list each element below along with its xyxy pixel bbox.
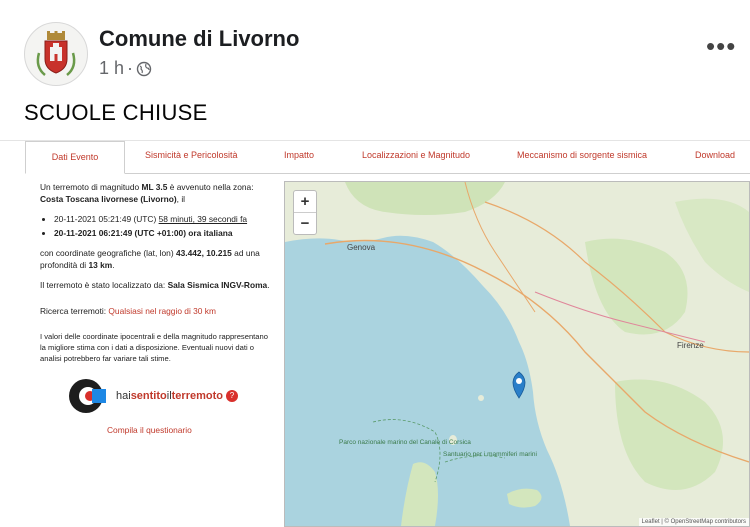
zoom-controls: + −	[293, 190, 317, 235]
city-label-genova: Genova	[347, 243, 376, 252]
time-ago: 58 minuti, 39 secondi fa	[158, 214, 248, 224]
located-by-text: Il terremoto è stato localizzato da: Sal…	[40, 280, 270, 290]
coords-text: con coordinate geografiche (lat, lon) 43…	[40, 248, 260, 270]
event-summary: Un terremoto di magnitudo ML 3.5 è avven…	[40, 182, 254, 204]
post-header: Comune di Livorno 1 h · ••• SCUOLE CHIUS…	[0, 0, 750, 140]
hst-logo	[68, 376, 112, 416]
post-time[interactable]: 1 h	[99, 58, 124, 79]
tab-sismicita[interactable]: Sismicità e Pericolosità	[145, 150, 238, 160]
map-attribution[interactable]: Leaflet | © OpenStreetMap contributors	[638, 518, 749, 526]
globe-icon	[136, 61, 152, 76]
located-by-value: Sala Sismica INGV-Roma	[167, 280, 268, 290]
park-label: Parco nazionale marino del Canale di Cor…	[339, 439, 471, 446]
utc-time-item: 20-11-2021 05:21:49 (UTC) 58 minuti, 39 …	[54, 213, 272, 225]
event-times: 20-11-2021 05:21:49 (UTC) 58 minuti, 39 …	[40, 213, 272, 239]
post-text: SCUOLE CHIUSE	[24, 100, 208, 125]
coords-value: 43.442, 10.215	[175, 248, 232, 258]
tab-download[interactable]: Download	[695, 150, 735, 160]
avatar[interactable]	[24, 22, 88, 86]
tab-dati-evento[interactable]: Dati Evento	[25, 141, 125, 174]
tab-impatto[interactable]: Impatto	[284, 150, 314, 160]
event-info: Un terremoto di magnitudo ML 3.5 è avven…	[40, 181, 272, 436]
zoom-out-button[interactable]: −	[294, 213, 316, 234]
hst-logo-icon	[69, 379, 106, 413]
zone-value: Costa Toscana livornese (Livorno)	[40, 194, 177, 204]
hst-badge: ?	[225, 390, 238, 403]
compila-questionario-link[interactable]: Compila il questionario	[107, 424, 272, 436]
map[interactable]: Genova Firenze Parco nazionale marino de…	[284, 181, 750, 527]
search-row: Ricerca terremoti: Qualsiasi nel raggio …	[40, 306, 216, 316]
zoom-in-button[interactable]: +	[294, 191, 316, 213]
magnitude-value: ML 3.5	[141, 182, 168, 192]
city-label-firenze: Firenze	[677, 341, 704, 350]
local-time-item: 20-11-2021 06:21:49 (UTC +01:00) ora ita…	[54, 227, 272, 239]
hst-text: haisentitoilterremoto?	[116, 390, 238, 403]
tab-localizzazioni[interactable]: Localizzazioni e Magnitudo	[362, 150, 470, 160]
disclaimer: I valori delle coordinate ipocentrali e …	[40, 332, 268, 363]
shared-image[interactable]: Dati Evento Sismicità e Pericolosità Imp…	[0, 140, 750, 527]
page-name[interactable]: Comune di Livorno	[99, 26, 299, 52]
tab-meccanismo[interactable]: Meccanismo di sorgente sismica	[517, 150, 647, 160]
hai-sentito-il-terremoto-banner[interactable]: haisentitoilterremoto?	[68, 376, 272, 416]
search-link[interactable]: Qualsiasi nel raggio di 30 km	[108, 306, 216, 316]
reserve-label: Santuario per i mammiferi marini	[443, 451, 537, 458]
post-meta: 1 h ·	[99, 58, 152, 79]
depth-value: 13 km	[88, 260, 113, 270]
more-options-button[interactable]: •••	[706, 33, 736, 59]
coat-of-arms-icon	[36, 31, 76, 76]
map-canvas[interactable]: Genova Firenze Parco nazionale marino de…	[285, 182, 749, 526]
meta-separator: ·	[127, 58, 134, 78]
tab-bar: Dati Evento Sismicità e Pericolosità Imp…	[25, 141, 750, 174]
